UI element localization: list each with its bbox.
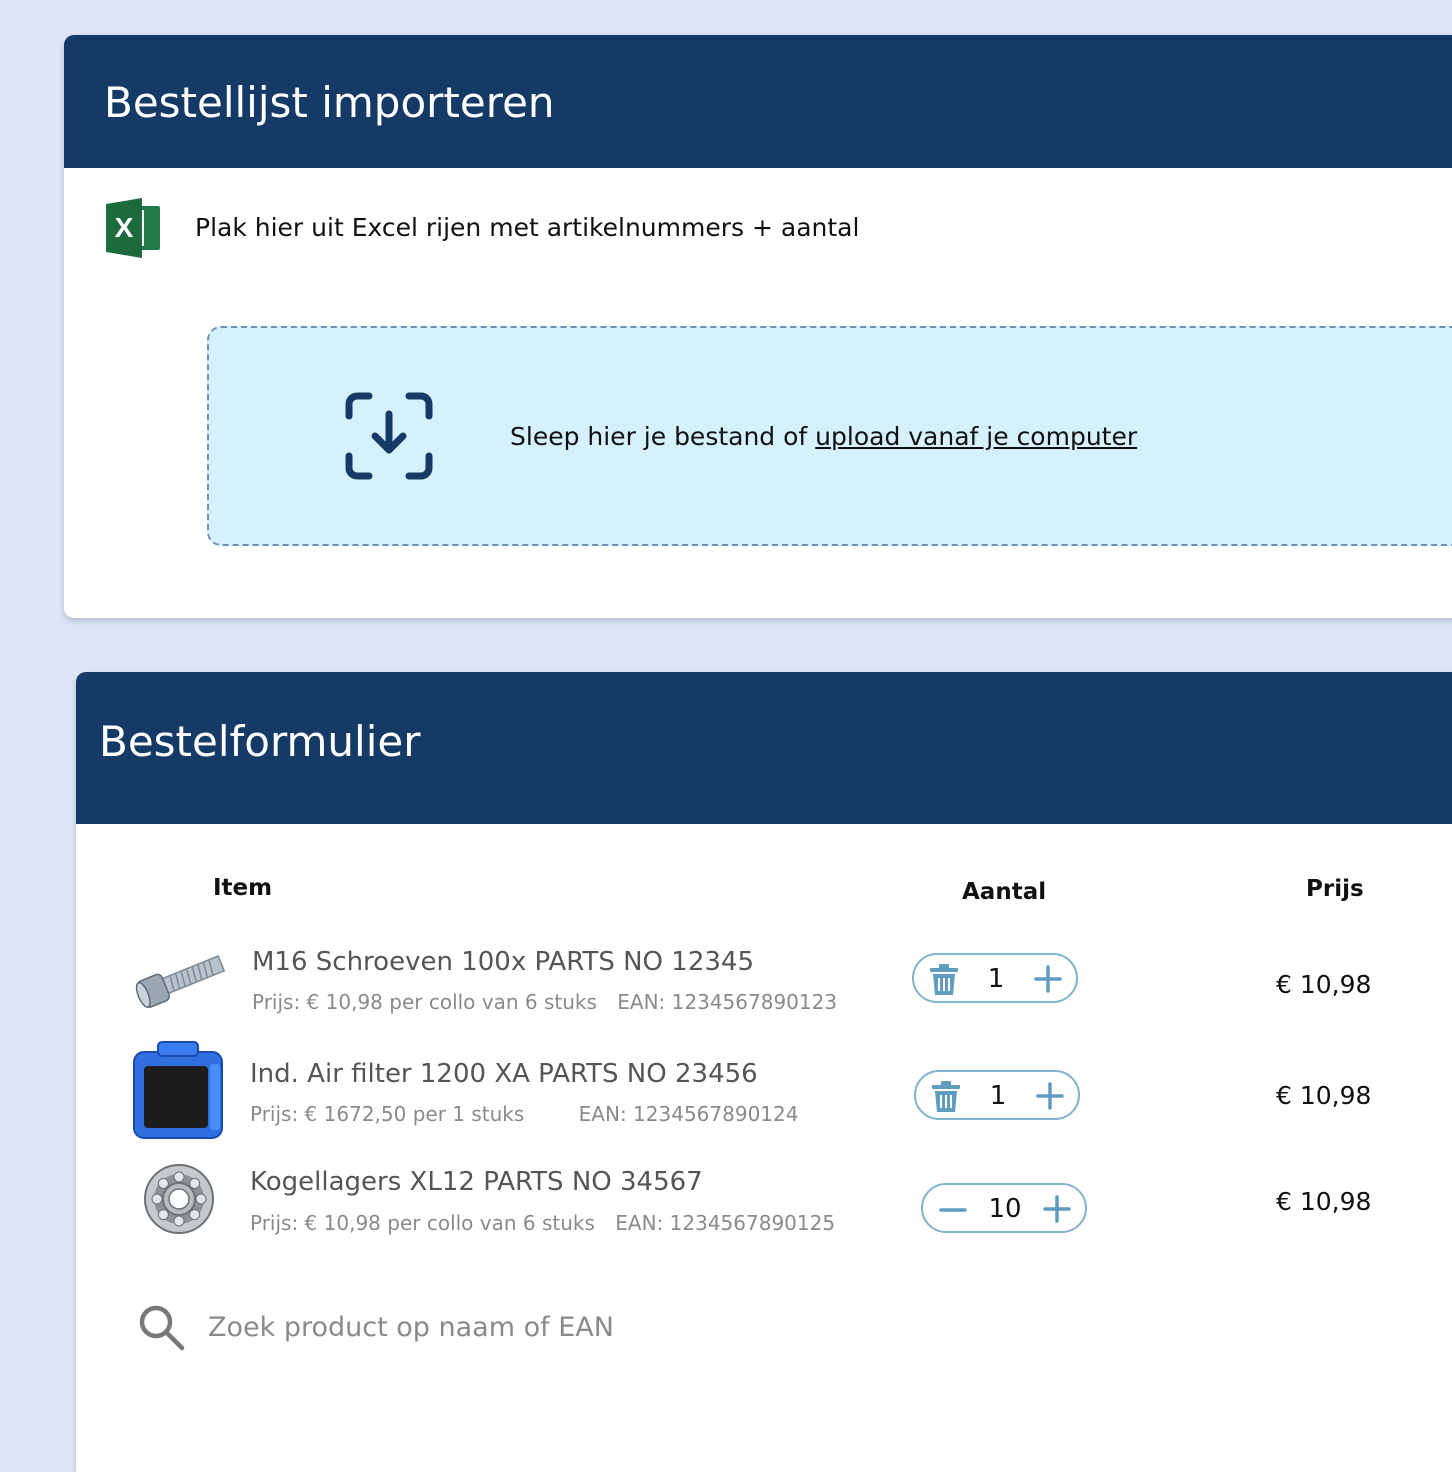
plus-icon[interactable] [1032,1078,1068,1114]
screw-image [135,955,226,1008]
quantity-value[interactable]: 10 [971,1194,1039,1224]
quantity-value[interactable]: 1 [964,1081,1032,1111]
row-price: € 10,98 [1276,970,1372,999]
product-ean: EAN: 1234567890124 [578,1102,799,1126]
plus-icon[interactable] [1039,1191,1075,1227]
quantity-stepper[interactable]: 1 [912,953,1078,1003]
air-filter-image [133,1041,223,1139]
order-form-title: Bestelformulier [99,717,421,766]
row-price: € 10,98 [1276,1081,1372,1110]
product-meta: Prijs: € 10,98 per collo van 6 stuks EAN… [252,990,837,1014]
upload-link[interactable]: upload vanaf je computer [815,422,1137,451]
product-search-input[interactable] [206,1304,910,1350]
import-card-title: Bestellijst importeren [104,78,555,127]
quantity-stepper[interactable]: 10 [921,1183,1087,1233]
product-price-info: Prijs: € 10,98 per collo van 6 stuks [250,1211,595,1235]
product-ean: EAN: 1234567890125 [615,1211,836,1235]
excel-icon: X [106,198,160,258]
minus-icon[interactable] [935,1191,971,1227]
dropzone-label: Sleep hier je bestand of [510,422,816,451]
quantity-stepper[interactable]: 1 [914,1070,1080,1120]
product-meta: Prijs: € 10,98 per collo van 6 stuks EAN… [250,1211,835,1235]
product-name[interactable]: Ind. Air filter 1200 XA PARTS NO 23456 [250,1059,758,1089]
column-header-price: Prijs [1306,876,1364,902]
plus-icon[interactable] [1030,961,1066,997]
trash-icon[interactable] [926,961,962,997]
column-header-item: Item [213,875,273,901]
order-form-header: Bestelformulier [76,672,1452,824]
dropzone-text: Sleep hier je bestand of upload vanaf je… [510,422,1137,451]
import-instruction: Plak hier uit Excel rijen met artikelnum… [195,213,860,242]
product-name[interactable]: Kogellagers XL12 PARTS NO 34567 [250,1167,703,1197]
search-icon [139,1305,185,1351]
quantity-value[interactable]: 1 [962,964,1030,994]
ball-bearing-image [144,1164,214,1234]
trash-icon[interactable] [928,1078,964,1114]
column-header-quantity: Aantal [962,879,1047,905]
file-dropzone[interactable]: Sleep hier je bestand of upload vanaf je… [207,326,1452,546]
download-icon [345,392,433,480]
import-card: Bestellijst importeren X Plak hier uit E… [64,35,1452,618]
product-meta: Prijs: € 1672,50 per 1 stuks EAN: 123456… [250,1102,798,1126]
svg-text:X: X [115,212,134,243]
product-name[interactable]: M16 Schroeven 100x PARTS NO 12345 [252,947,754,977]
product-price-info: Prijs: € 10,98 per collo van 6 stuks [252,990,597,1014]
row-price: € 10,98 [1276,1187,1372,1216]
product-ean: EAN: 1234567890123 [617,990,838,1014]
import-card-header: Bestellijst importeren [64,35,1452,168]
product-price-info: Prijs: € 1672,50 per 1 stuks [250,1102,525,1126]
order-form-card: Bestelformulier Item Aantal Prijs M16 Sc… [76,672,1452,1472]
